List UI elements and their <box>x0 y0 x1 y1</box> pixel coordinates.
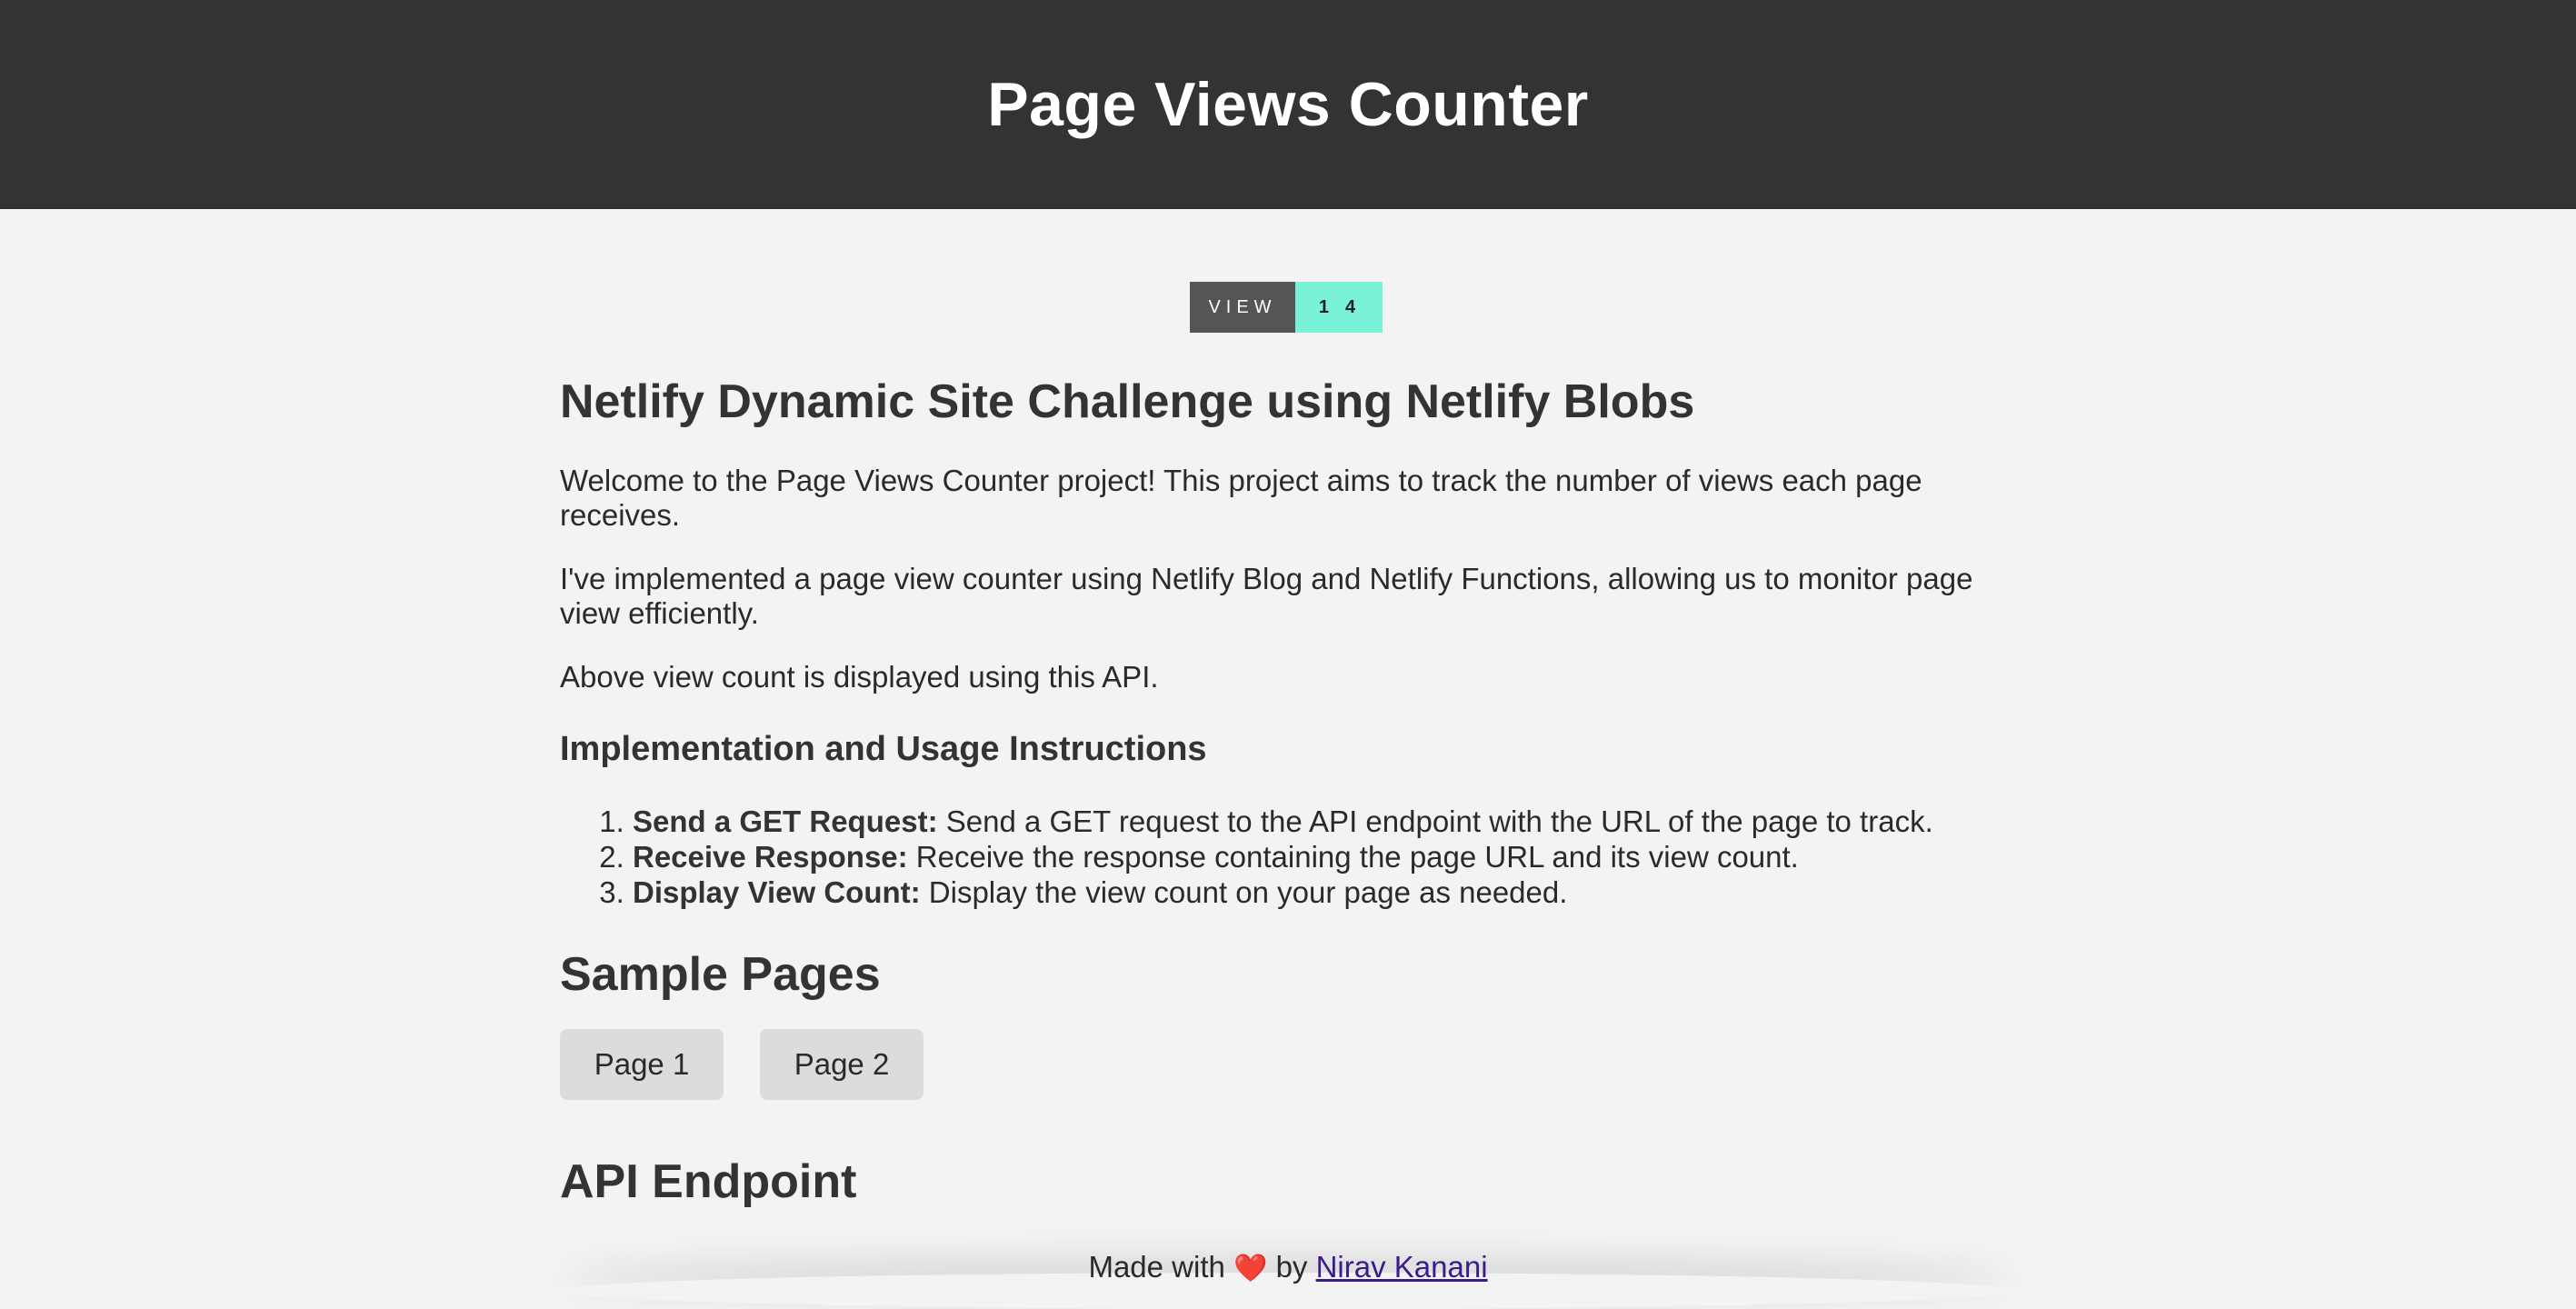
intro-paragraph-3: Above view count is displayed using this… <box>560 660 1159 694</box>
step-title: Receive Response: <box>633 840 908 874</box>
intro-paragraph-2: I've implemented a page view counter usi… <box>560 562 1973 630</box>
heart-icon: ❤️ <box>1233 1254 1268 1284</box>
badge-count: 14 <box>1295 282 1383 333</box>
api-endpoint-heading: API Endpoint <box>560 1155 857 1208</box>
step-text: Send a GET request to the API endpoint w… <box>937 804 1933 838</box>
step-text: Display the view count on your page as n… <box>920 875 1568 909</box>
footer: Made with ❤️ by Nirav Kanani <box>0 1250 2576 1284</box>
view-count-badge: VIEW 14 <box>1190 282 1383 333</box>
step-title: Send a GET Request: <box>633 804 938 838</box>
main-title: Netlify Dynamic Site Challenge using Net… <box>560 375 1695 428</box>
page-title: Page Views Counter <box>987 70 1589 139</box>
footer-by: by <box>1275 1250 1308 1284</box>
footer-made-with: Made with <box>1088 1250 1225 1284</box>
page-2-button[interactable]: Page 2 <box>760 1029 924 1100</box>
author-link[interactable]: Nirav Kanani <box>1316 1250 1488 1284</box>
site-header: Page Views Counter <box>0 0 2576 209</box>
badge-label: VIEW <box>1190 282 1295 333</box>
step-title: Display View Count: <box>633 875 921 909</box>
intro-paragraph-1: Welcome to the Page Views Counter projec… <box>560 464 1922 532</box>
list-item: Display View Count: Display the view cou… <box>633 874 2051 910</box>
list-item: Send a GET Request: Send a GET request t… <box>633 804 2051 839</box>
step-text: Receive the response containing the page… <box>907 840 1799 874</box>
instructions-list: Send a GET Request: Send a GET request t… <box>560 804 2051 910</box>
instructions-heading: Implementation and Usage Instructions <box>560 730 1207 768</box>
sample-pages-heading: Sample Pages <box>560 948 881 1001</box>
page-1-button[interactable]: Page 1 <box>560 1029 724 1100</box>
list-item: Receive Response: Receive the response c… <box>633 839 2051 874</box>
